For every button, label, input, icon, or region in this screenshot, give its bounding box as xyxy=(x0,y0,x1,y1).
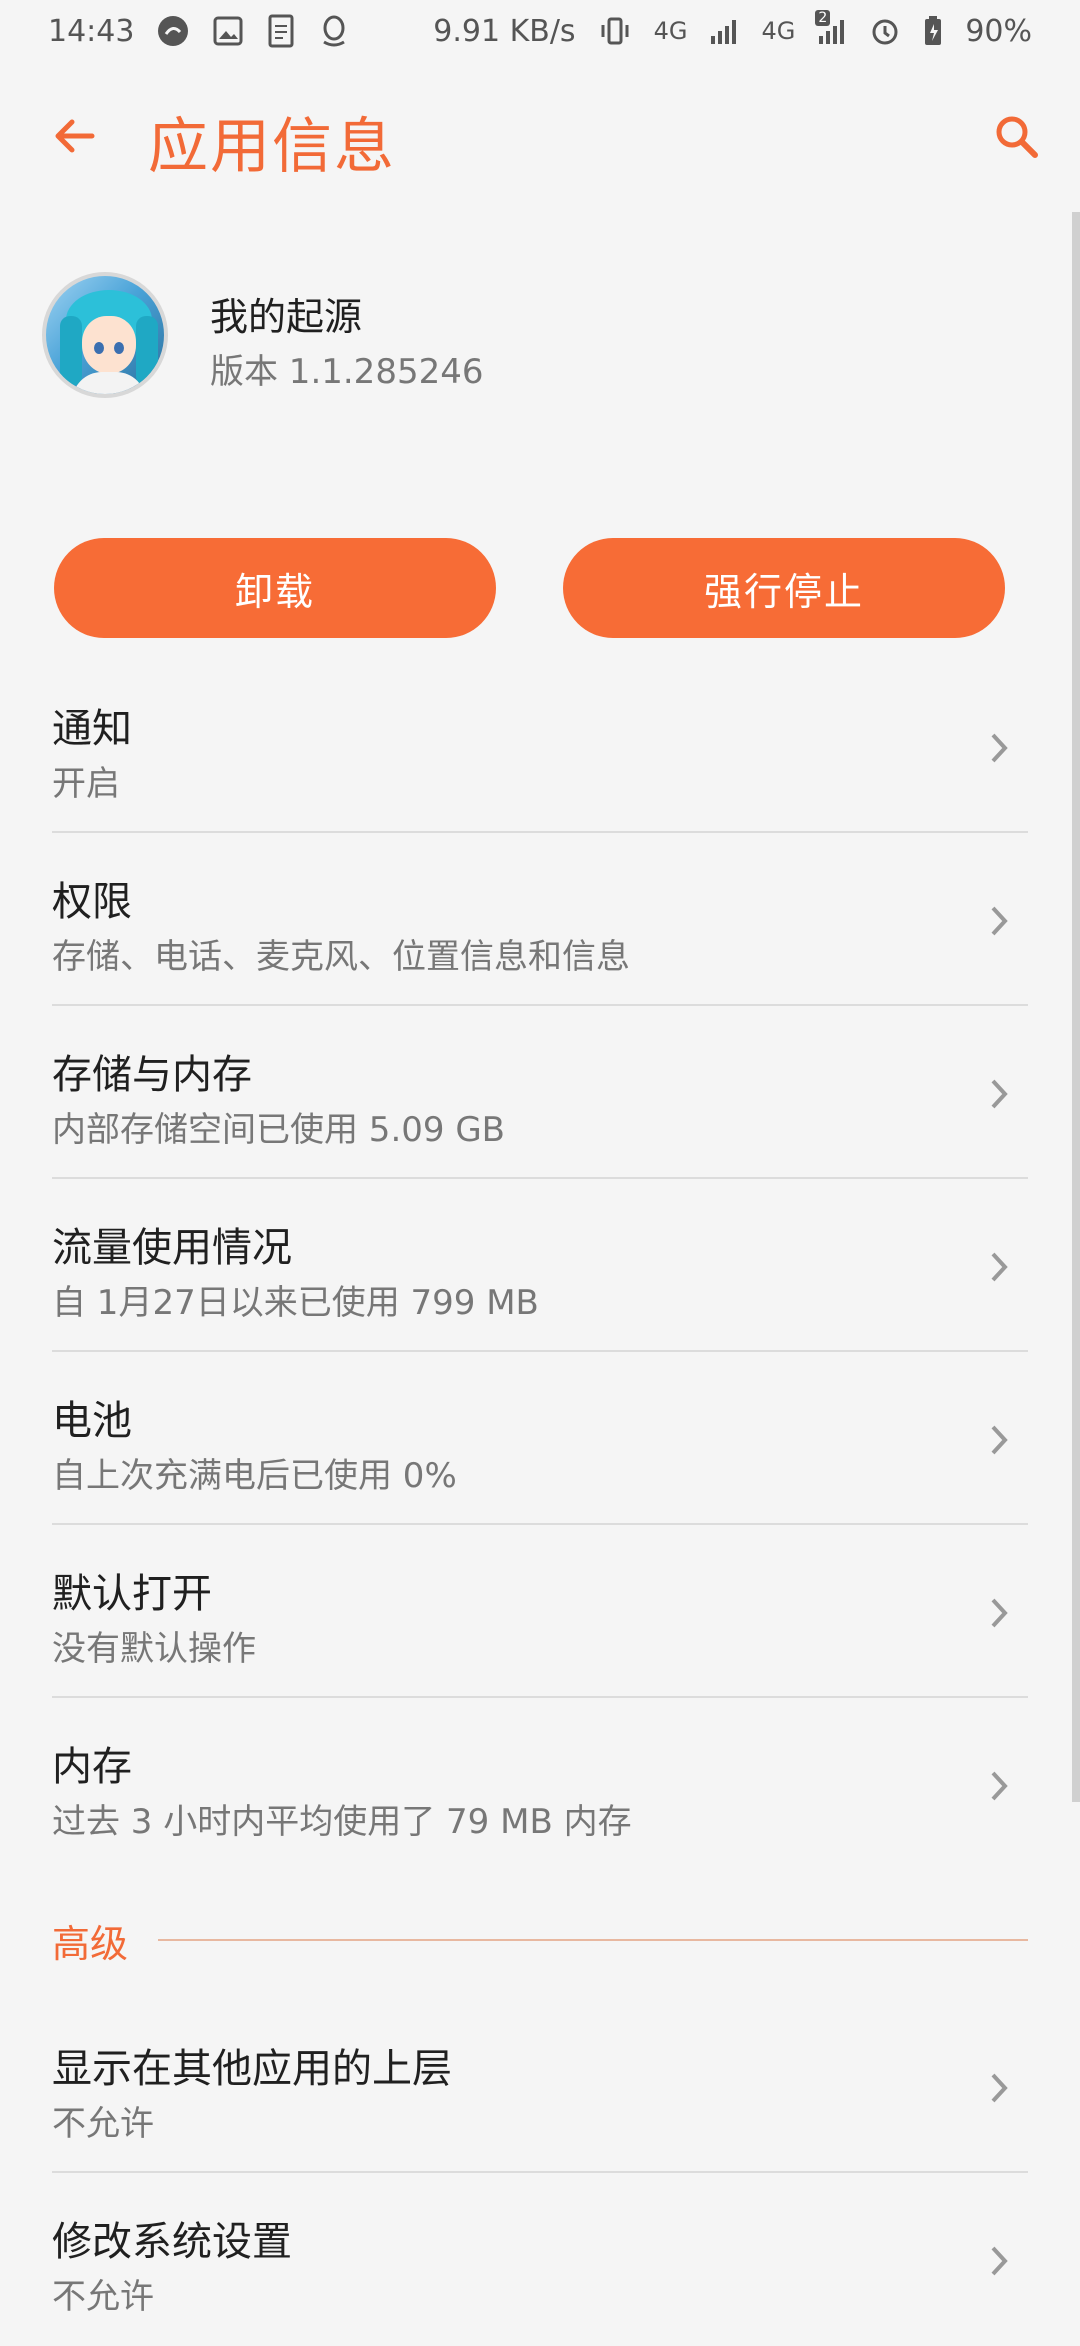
chevron-right-icon xyxy=(984,1247,1014,1287)
app-header: 我的起源 版本 1.1.285246 xyxy=(0,262,1080,412)
chevron-right-icon xyxy=(984,2068,1014,2108)
gallery-icon xyxy=(212,15,244,47)
chevron-right-icon xyxy=(984,1420,1014,1460)
status-bar-left: 14:43 xyxy=(48,14,350,49)
alarm-icon xyxy=(869,15,901,47)
battery-icon xyxy=(923,15,943,47)
settings-list: 通知 开启 权限 存储、电话、麦克风、位置信息和信息 存储与内存 内部存储空间已… xyxy=(0,660,1080,1871)
list-item-title: 显示在其他应用的上层 xyxy=(52,2046,452,2092)
list-item-subtitle: 过去 3 小时内平均使用了 79 MB 内存 xyxy=(52,1802,632,1842)
sim2-badge: 2 xyxy=(815,10,831,26)
list-item-notifications[interactable]: 通知 开启 xyxy=(52,660,1028,833)
list-item-battery[interactable]: 电池 自上次充满电后已使用 0% xyxy=(52,1352,1028,1525)
list-item-title: 内存 xyxy=(52,1744,132,1790)
search-button[interactable] xyxy=(982,102,1052,172)
list-item-permissions[interactable]: 权限 存储、电话、麦克风、位置信息和信息 xyxy=(52,833,1028,1006)
section-header-advanced: 高级 xyxy=(52,1912,1028,1968)
chevron-right-icon xyxy=(984,1593,1014,1633)
list-item-subtitle: 没有默认操作 xyxy=(52,1629,256,1669)
list-item-data-usage[interactable]: 流量使用情况 自 1月27日以来已使用 799 MB xyxy=(52,1179,1028,1352)
battery-level: 90% xyxy=(965,13,1032,49)
section-label: 高级 xyxy=(52,1921,129,1966)
chevron-right-icon xyxy=(984,1074,1014,1114)
list-item-subtitle: 存储、电话、麦克风、位置信息和信息 xyxy=(52,937,630,977)
app-bar: 应用信息 xyxy=(0,62,1080,212)
list-item-subtitle: 内部存储空间已使用 5.09 GB xyxy=(52,1110,505,1150)
vibrate-icon xyxy=(598,14,632,48)
document-icon xyxy=(266,14,296,48)
list-item-title: 默认打开 xyxy=(52,1571,212,1617)
chevron-right-icon xyxy=(984,2241,1014,2281)
search-icon xyxy=(996,116,1038,158)
chevron-right-icon xyxy=(984,728,1014,768)
network-type-1: 4G xyxy=(653,17,688,45)
section-divider xyxy=(158,1939,1028,1941)
network-type-2: 4G xyxy=(761,17,796,45)
list-item-title: 修改系统设置 xyxy=(52,2219,292,2265)
list-item-title: 流量使用情况 xyxy=(52,1225,292,1271)
status-time: 14:43 xyxy=(48,13,135,49)
advanced-list: 显示在其他应用的上层 不允许 修改系统设置 不允许 xyxy=(0,2000,1080,2346)
app-version: 版本 1.1.285246 xyxy=(210,352,484,392)
list-item-display-over-apps[interactable]: 显示在其他应用的上层 不允许 xyxy=(52,2000,1028,2173)
list-item-title: 存储与内存 xyxy=(52,1052,252,1098)
weibo-icon xyxy=(156,14,190,48)
list-item-title: 权限 xyxy=(52,879,132,925)
list-item-title: 通知 xyxy=(52,706,132,752)
uninstall-button[interactable]: 卸载 xyxy=(54,538,496,638)
list-item-subtitle: 不允许 xyxy=(52,2277,154,2317)
list-item-subtitle: 自 1月27日以来已使用 799 MB xyxy=(52,1283,539,1323)
list-item-open-by-default[interactable]: 默认打开 没有默认操作 xyxy=(52,1525,1028,1698)
page-title: 应用信息 xyxy=(148,112,396,182)
list-item-title: 电池 xyxy=(52,1398,132,1444)
chevron-right-icon xyxy=(984,1766,1014,1806)
status-bar: 14:43 9.91 KB/s 4G 4G 2 90% xyxy=(0,0,1080,62)
signal-icon xyxy=(709,16,739,46)
qq-icon xyxy=(318,14,350,48)
list-item-subtitle: 不允许 xyxy=(52,2104,154,2144)
force-stop-button[interactable]: 强行停止 xyxy=(563,538,1005,638)
arrow-back-icon xyxy=(55,119,95,153)
status-bar-right: 9.91 KB/s 4G 4G 2 90% xyxy=(433,10,1032,49)
list-item-modify-system-settings[interactable]: 修改系统设置 不允许 xyxy=(52,2173,1028,2346)
network-speed: 9.91 KB/s xyxy=(433,13,576,49)
signal-sim2-icon: 2 xyxy=(815,10,847,46)
app-avatar xyxy=(42,272,168,398)
list-item-subtitle: 自上次充满电后已使用 0% xyxy=(52,1456,457,1496)
back-button[interactable] xyxy=(44,106,104,166)
list-item-subtitle: 开启 xyxy=(52,764,120,804)
list-item-memory[interactable]: 内存 过去 3 小时内平均使用了 79 MB 内存 xyxy=(52,1698,1028,1871)
app-name: 我的起源 xyxy=(210,295,363,339)
list-item-storage[interactable]: 存储与内存 内部存储空间已使用 5.09 GB xyxy=(52,1006,1028,1179)
chevron-right-icon xyxy=(984,901,1014,941)
